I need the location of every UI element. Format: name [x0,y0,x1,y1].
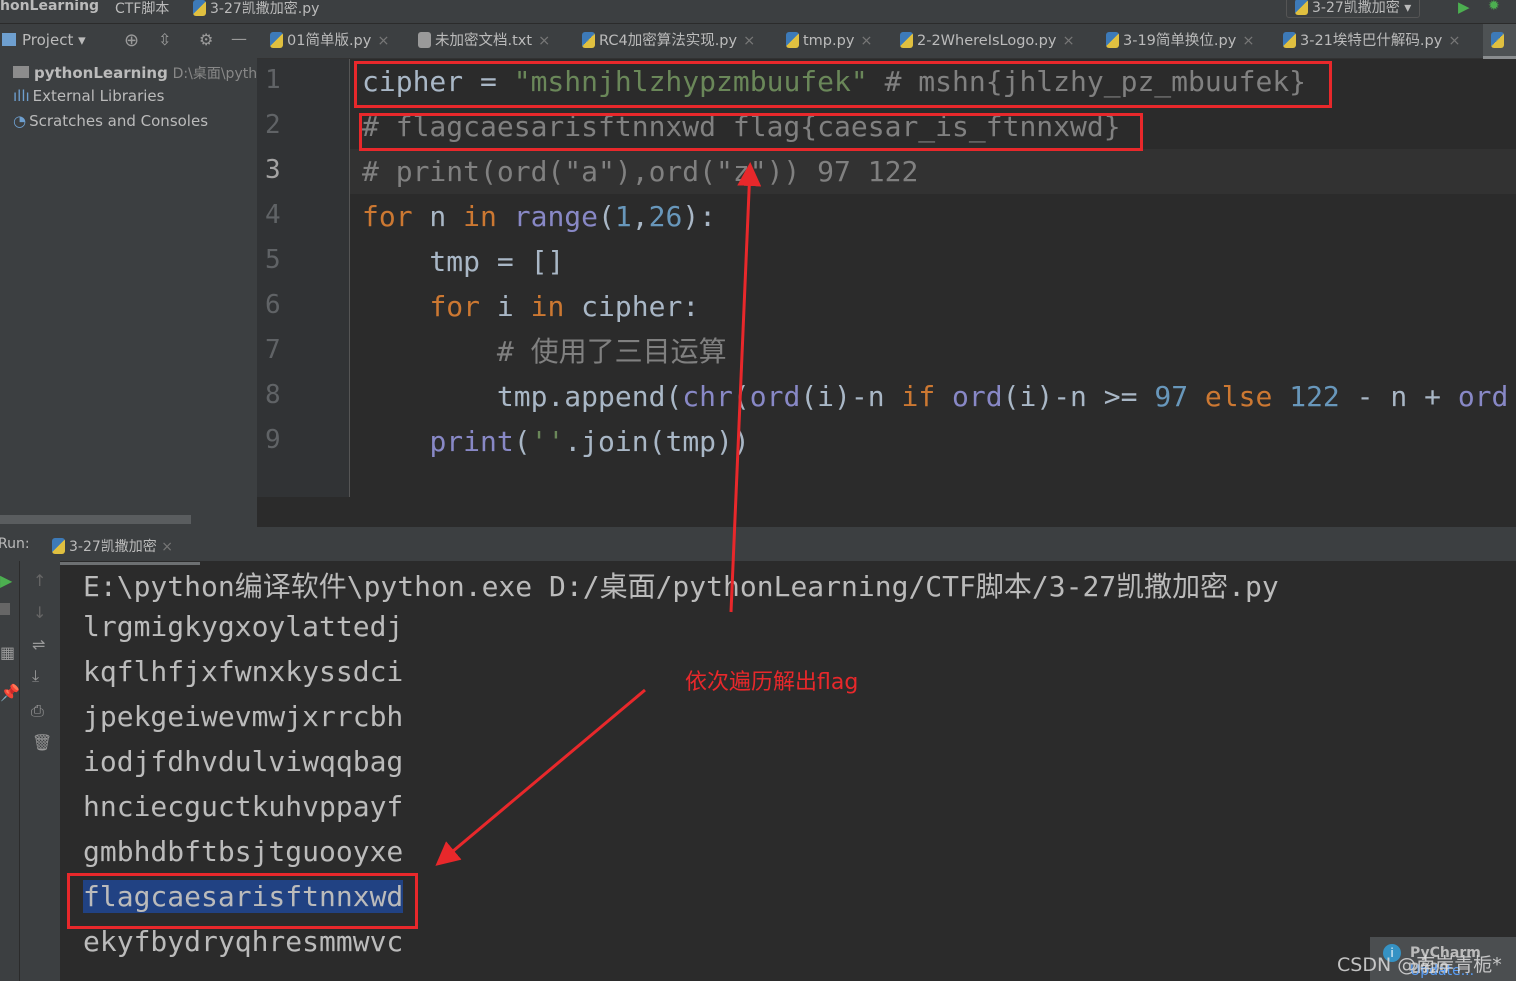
annotation-text: 依次遍历解出flag [685,670,859,695]
annotation-arrows [435,162,762,866]
arrow-up [729,162,762,613]
arrow-to-flag [435,688,646,866]
watermark: CSDN @南岸青栀* [1337,954,1502,976]
